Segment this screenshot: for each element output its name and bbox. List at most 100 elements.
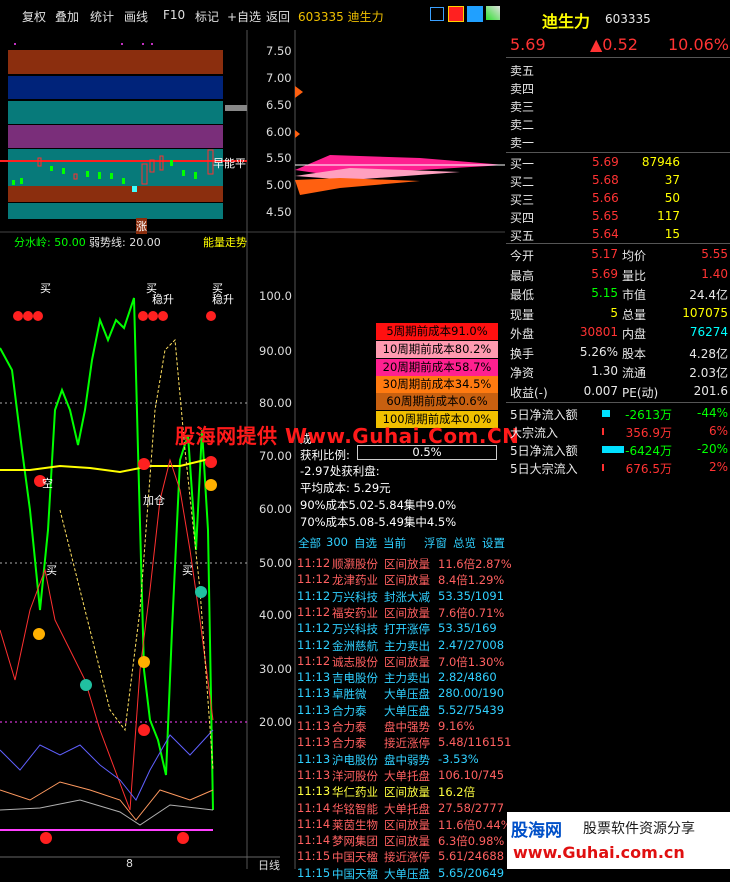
bid-row[interactable]: 买五 5.64 15 [510, 226, 730, 244]
ticker-row[interactable]: 11:13 华仁药业 区间放量 16.2倍 [297, 784, 507, 800]
ticker-row[interactable]: 11:15 中国天楹 接近涨停 5.61/24688 [297, 849, 507, 865]
ticker-time: 11:15 [297, 849, 331, 864]
ticker-event: 大单托盘 [384, 801, 430, 816]
buy-label: 买 [182, 564, 193, 577]
stat-row: 外盘 30801 内盘 76274 [510, 324, 730, 342]
chart-type-icon[interactable] [430, 7, 444, 21]
bid-row[interactable]: 买二 5.68 37 [510, 172, 730, 190]
indicator-tick: 80.00 [259, 396, 292, 410]
cost-period-5: 5周期前成本91.0% [376, 323, 498, 340]
toolbar-fuquan[interactable]: 复权 [22, 8, 46, 25]
toolbar-tongji[interactable]: 统计 [90, 8, 114, 25]
ticker-row[interactable]: 11:13 洋河股份 大单托盘 106.10/745 [297, 768, 507, 784]
ticker-tab-300[interactable]: 300 [326, 535, 348, 549]
price-tick: 5.50 [266, 151, 292, 165]
ticker-row[interactable]: 11:12 福安药业 区间放量 7.6倍0.71% [297, 605, 507, 621]
bid-volume: 15 [664, 227, 680, 241]
ticker-value: -3.53% [438, 751, 479, 766]
ticker-event: 封涨大减 [384, 589, 430, 604]
flow-pct: -44% [696, 406, 728, 420]
ticker-stock: 吉电股份 [332, 671, 378, 686]
stat-value: 5 [610, 305, 618, 320]
period-tab[interactable]: 日线 [258, 857, 280, 873]
stat-value: 5.55 [701, 247, 728, 261]
ticker-tabs: 全部 300 自选 当前 浮窗 总览 设置 [298, 535, 508, 551]
chip-band-1 [8, 50, 223, 74]
ticker-time: 11:14 [297, 833, 331, 848]
stat-label: 收益(-) [510, 385, 548, 400]
tool-icon[interactable] [467, 6, 483, 22]
price-tick: 7.00 [266, 71, 292, 85]
indicator-tick: 40.00 [259, 608, 292, 622]
flow-bar [602, 410, 610, 417]
signal-flag-icon[interactable] [448, 6, 464, 22]
ticker-time: 11:12 [297, 588, 331, 603]
ticker-row[interactable]: 11:13 合力泰 大单压盘 5.52/75439 [297, 703, 507, 719]
stock-name: 迪生力 [542, 12, 591, 31]
ticker-stock: 金洲慈航 [332, 638, 378, 653]
ticker-row[interactable]: 11:13 卓胜微 大单压盘 280.00/190 [297, 686, 507, 702]
ticker-stock: 万兴科技 [332, 622, 378, 637]
ticker-tab-all[interactable]: 全部 [298, 535, 321, 551]
ticker-row[interactable]: 11:13 合力泰 接近涨停 5.48/116151 [297, 735, 511, 751]
ticker-tab-overview[interactable]: 总览 [453, 535, 476, 551]
indicator-tick: 30.00 [259, 662, 292, 676]
bid-row[interactable]: 买三 5.66 50 [510, 190, 730, 208]
ticker-row[interactable]: 11:15 中国天楹 大单压盘 5.65/20649 [297, 866, 507, 882]
ticker-tab-float[interactable]: 浮窗 [424, 535, 447, 551]
ticker-stock: 龙津药业 [332, 573, 378, 588]
ticker-row[interactable]: 11:12 金洲慈航 主力卖出 2.47/27008 [297, 638, 507, 654]
ticker-time: 11:13 [297, 719, 331, 733]
toolbar-back[interactable]: 返回 [266, 8, 290, 25]
bid-label: 买四 [510, 211, 535, 225]
ticker-row[interactable]: 11:13 合力泰 盘中强势 9.16% [297, 719, 507, 735]
ticker-row[interactable]: 11:12 龙津药业 区间放量 8.4倍1.29% [297, 572, 507, 588]
ticker-row[interactable]: 11:13 吉电股份 主力卖出 2.82/4860 [297, 670, 507, 686]
ticker-value: 11.6倍0.44% [438, 817, 512, 832]
flow-row: 5日净流入额 -2613万 -44% [510, 405, 730, 423]
ticker-row[interactable]: 11:12 万兴科技 封涨大减 53.35/1091 [297, 589, 507, 605]
ticker-event: 区间放量 [384, 834, 430, 849]
bid-row[interactable]: 买四 5.65 117 [510, 208, 730, 226]
ticker-row[interactable]: 11:13 沪电股份 盘中弱势 -3.53% [297, 752, 507, 768]
price-change: ▲0.52 [590, 35, 638, 54]
stat-row: 换手 5.26% 股本 4.28亿 [510, 344, 730, 362]
stat-row: 收益(-) 0.007 PE(动) 201.6 [510, 383, 730, 401]
price-tick: 6.00 [266, 125, 292, 139]
flow-pct: -20% [696, 442, 728, 456]
ticker-time: 11:12 [297, 604, 331, 619]
ticker-row[interactable]: 11:12 万兴科技 打开涨停 53.35/169 [297, 621, 507, 637]
blue-line [0, 729, 214, 801]
bid-label: 买一 [510, 157, 535, 171]
ticker-tab-favorites[interactable]: 自选 [354, 535, 377, 551]
toolbar-biaoji[interactable]: 标记 [195, 8, 219, 25]
bid-row[interactable]: 买一 5.69 87946 [510, 154, 730, 172]
ticker-time: 11:12 [297, 621, 331, 636]
ticker-stock: 洋河股份 [332, 768, 378, 783]
toolbar-f10[interactable]: F10 [163, 8, 185, 22]
ticker-row[interactable]: 11:12 诚志股份 区间放量 7.0倍1.30% [297, 654, 507, 670]
stat-value: 5.17 [591, 247, 618, 261]
cost-period-60: 60周期前成本0.6% [376, 393, 498, 410]
ticker-row[interactable]: 11:12 顺灏股份 区间放量 11.6倍2.87% [297, 556, 512, 572]
cost-70: 70%成本5.08-5.49集中4.5% [300, 515, 457, 529]
stat-value: 201.6 [693, 383, 728, 398]
ticker-event: 大单压盘 [384, 687, 430, 702]
ticker-tab-current[interactable]: 当前 [383, 535, 406, 551]
ticker-row[interactable]: 11:14 华铭智能 大单托盘 27.58/2777 [297, 801, 507, 817]
gray-line [0, 799, 214, 826]
ticker-time: 11:13 [297, 784, 331, 799]
toolbar-huaxian[interactable]: 画线 [124, 8, 148, 25]
toolbar-add-favorite[interactable]: +自选 [227, 8, 261, 25]
flow-bar [602, 464, 604, 471]
ticker-time: 11:14 [297, 816, 331, 831]
ticker-stock: 合力泰 [332, 736, 367, 751]
stat-value: 0.007 [583, 383, 618, 398]
bid-label: 买三 [510, 193, 535, 207]
ticker-event: 接近涨停 [384, 736, 430, 751]
ticker-row[interactable]: 11:14 莱茵生物 区间放量 11.6倍0.44% [297, 816, 512, 833]
toolbar-diejia[interactable]: 叠加 [55, 8, 79, 25]
toggle-icon[interactable] [486, 6, 500, 20]
ticker-row[interactable]: 11:14 梦网集团 区间放量 6.3倍0.98% [297, 833, 507, 849]
ticker-tab-settings[interactable]: 设置 [482, 535, 505, 551]
